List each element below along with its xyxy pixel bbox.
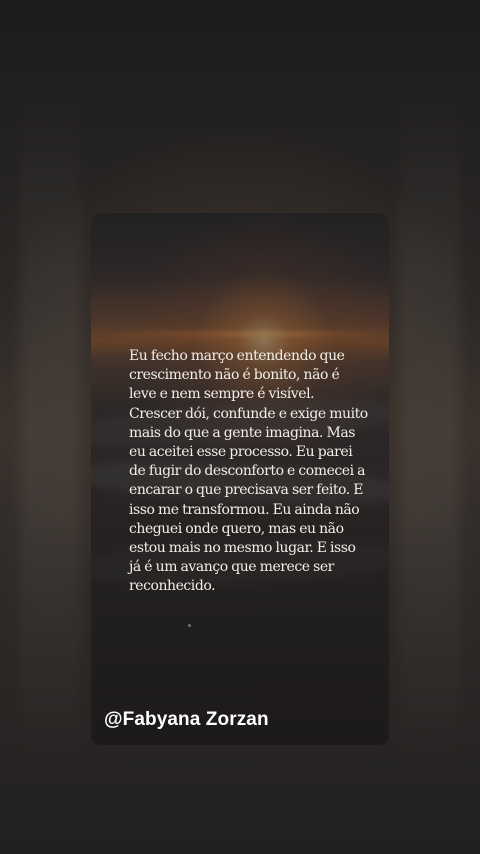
background-glow-right bbox=[400, 80, 460, 780]
author-handle: @Fabyana Zorzan bbox=[104, 709, 269, 730]
quote-text: Eu fecho março entendendo que cresciment… bbox=[129, 348, 368, 595]
background-glow-left bbox=[20, 80, 80, 780]
decorative-dot bbox=[188, 624, 191, 627]
story-canvas: Eu fecho março entendendo que cresciment… bbox=[0, 0, 480, 854]
